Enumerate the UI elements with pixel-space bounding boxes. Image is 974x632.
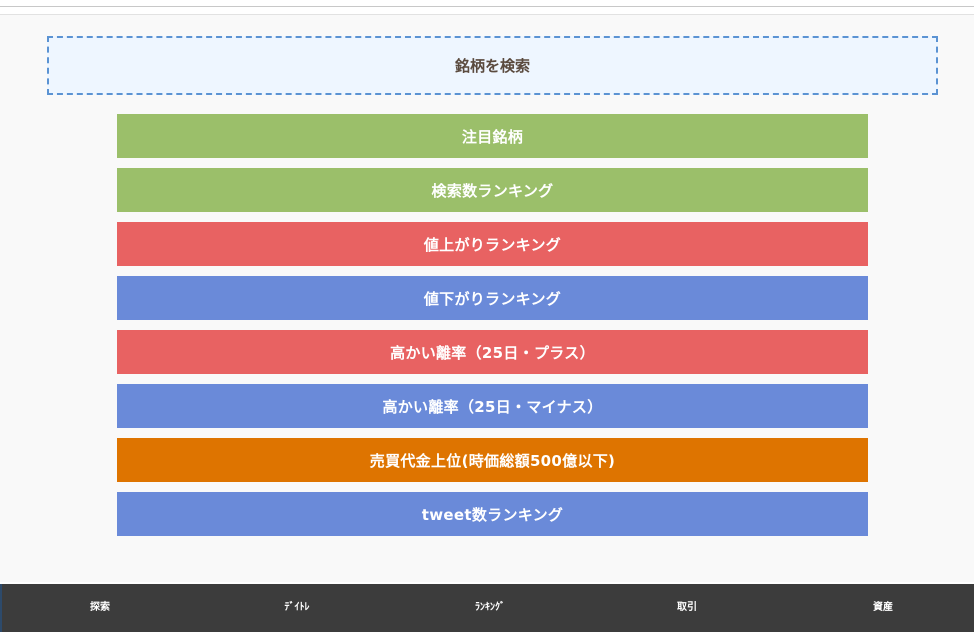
- app-window: 銘柄を検索 注目銘柄 検索数ランキング 値上がりランキング 値下がりランキング …: [0, 0, 974, 632]
- menu-button-label: 値下がりランキング: [423, 289, 562, 308]
- menu-button-deviation-minus[interactable]: 高かい離率（25日・マイナス）: [117, 384, 868, 428]
- menu-button-label: 高かい離率（25日・プラス）: [390, 343, 595, 362]
- menu-button-deviation-plus[interactable]: 高かい離率（25日・プラス）: [117, 330, 868, 374]
- nav-tab-assets[interactable]: 資産: [873, 598, 893, 613]
- menu-button-label: tweet数ランキング: [421, 505, 564, 524]
- menu-button-label: 検索数ランキング: [431, 181, 554, 200]
- menu-button-featured-stocks[interactable]: 注目銘柄: [117, 114, 868, 158]
- nav-tab-explore[interactable]: 探索: [90, 598, 110, 613]
- menu-button-losers-ranking[interactable]: 値下がりランキング: [117, 276, 868, 320]
- menu-button-gainers-ranking[interactable]: 値上がりランキング: [117, 222, 868, 266]
- menu-button-search-ranking[interactable]: 検索数ランキング: [117, 168, 868, 212]
- menu-button-label: 値上がりランキング: [423, 235, 562, 254]
- main-content: 銘柄を検索 注目銘柄 検索数ランキング 値上がりランキング 値下がりランキング …: [0, 14, 974, 582]
- menu-button-label: 高かい離率（25日・マイナス）: [382, 397, 603, 416]
- nav-tab-trade[interactable]: 取引: [677, 598, 697, 613]
- menu-button-label: 売買代金上位(時価総額500億以下): [369, 451, 616, 470]
- top-divider: [0, 6, 974, 7]
- nav-tab-daytrade[interactable]: ﾃﾞｲﾄﾚ: [285, 598, 310, 613]
- menu-button-tweet-ranking[interactable]: tweet数ランキング: [117, 492, 868, 536]
- menu-button-trading-value[interactable]: 売買代金上位(時価総額500億以下): [117, 438, 868, 482]
- search-stock-button[interactable]: 銘柄を検索: [47, 36, 938, 95]
- search-stock-label: 銘柄を検索: [454, 57, 530, 75]
- menu-button-label: 注目銘柄: [461, 127, 524, 146]
- bottom-navigation: 探索 ﾃﾞｲﾄﾚ ﾗﾝｷﾝｸﾞ 取引 資産: [2, 584, 974, 632]
- nav-tab-ranking[interactable]: ﾗﾝｷﾝｸﾞ: [475, 598, 505, 613]
